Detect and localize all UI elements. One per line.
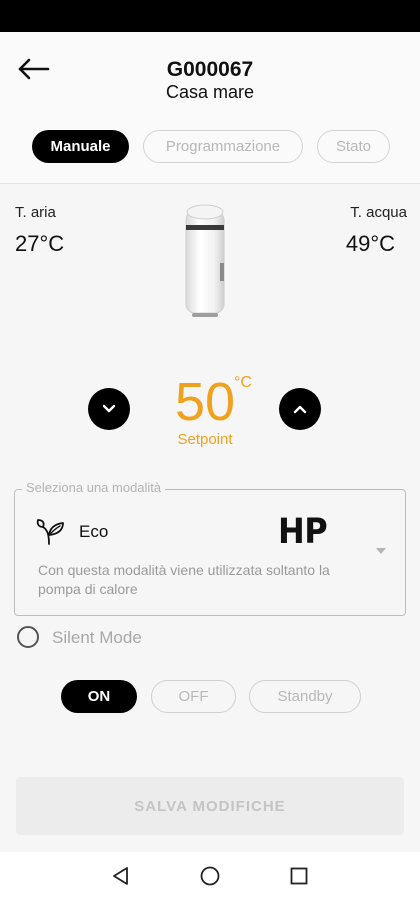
silent-mode-radio[interactable]: [17, 626, 39, 648]
save-changes-button[interactable]: SALVA MODIFICHE: [16, 777, 404, 835]
air-temp-label: T. aria: [15, 204, 56, 221]
header: G000067 Casa mare Manuale Programmazione…: [0, 32, 420, 184]
decrease-setpoint-button[interactable]: [88, 388, 130, 430]
status-bar: [0, 0, 420, 32]
tab-manuale[interactable]: Manuale: [32, 130, 129, 163]
hp-badge: HP: [278, 510, 328, 552]
power-off-button[interactable]: OFF: [151, 680, 236, 713]
nav-back-icon[interactable]: [109, 864, 133, 888]
tab-programmazione[interactable]: Programmazione: [143, 130, 303, 163]
dropdown-arrow-icon[interactable]: [375, 547, 387, 555]
mode-name: Eco: [79, 522, 109, 541]
water-temp-label: T. acqua: [350, 204, 407, 221]
mode-select-label: Seleziona una modalità: [22, 480, 166, 495]
page-subtitle: Casa mare: [165, 82, 255, 102]
silent-mode-label: Silent Mode: [52, 628, 142, 647]
water-heater-image: [185, 204, 225, 317]
setpoint-unit: °C: [234, 374, 252, 391]
air-temp-value: 27°C: [15, 231, 65, 256]
leaf-icon: [36, 519, 64, 545]
tab-stato[interactable]: Stato: [317, 130, 390, 163]
power-on-button[interactable]: ON: [61, 680, 137, 713]
nav-recents-icon[interactable]: [287, 864, 311, 888]
page-title: G000067: [166, 58, 254, 81]
system-nav-bar: [0, 852, 420, 900]
mode-description: Con questa modalità viene utilizzata sol…: [38, 562, 330, 597]
increase-setpoint-button[interactable]: [279, 388, 321, 430]
chevron-down-icon: [102, 404, 116, 413]
water-temp-value: 49°C: [345, 231, 395, 256]
standby-button[interactable]: Standby: [249, 680, 361, 713]
nav-home-icon[interactable]: [198, 864, 222, 888]
chevron-up-icon: [293, 405, 307, 414]
setpoint-label: Setpoint: [177, 431, 233, 448]
